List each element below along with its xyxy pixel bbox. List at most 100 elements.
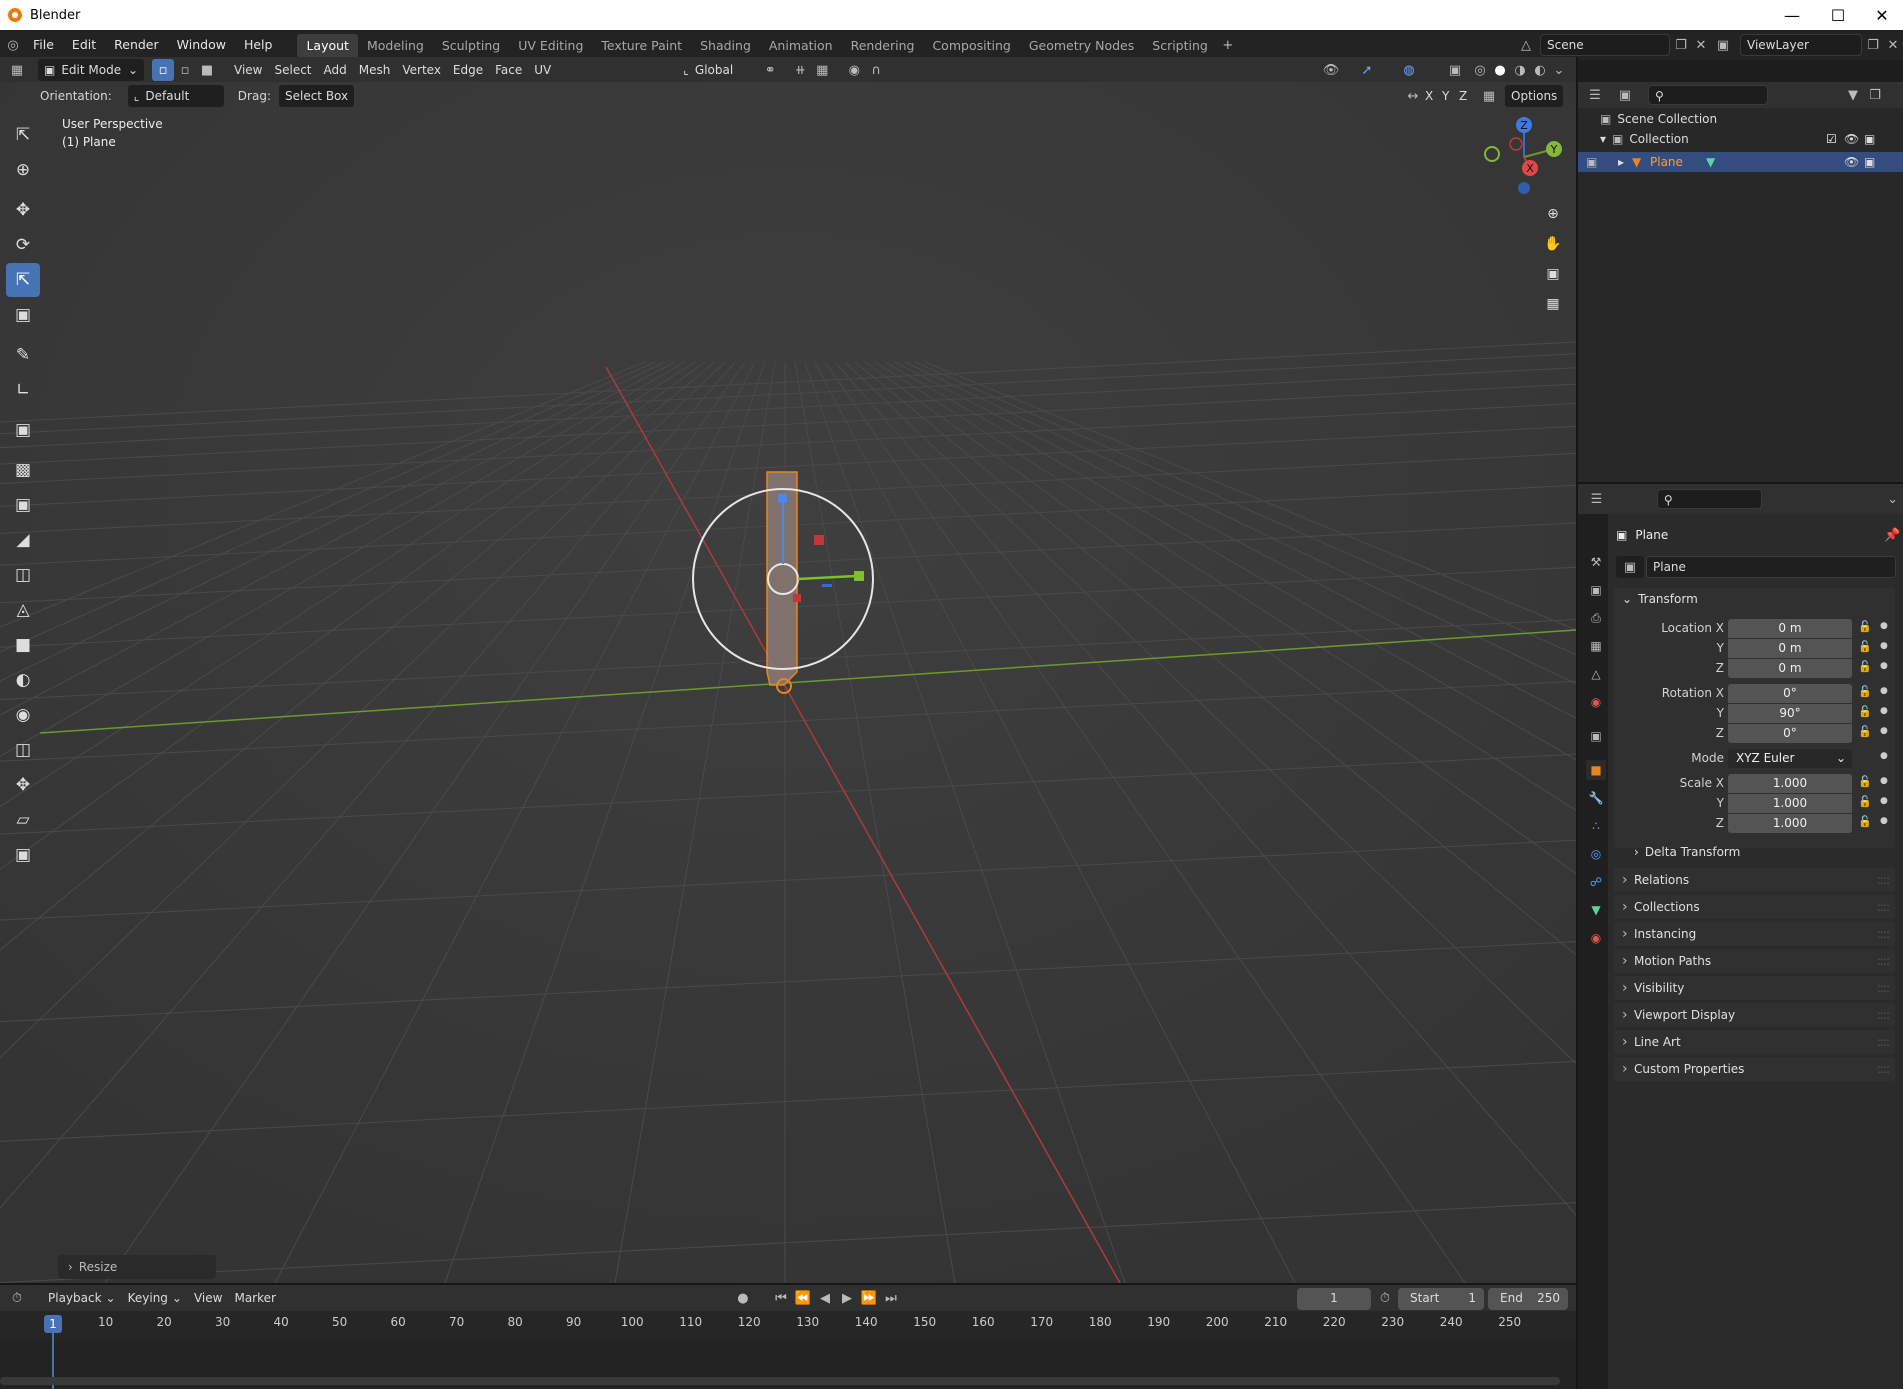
drag-grip-icon[interactable]: :::: bbox=[1877, 949, 1890, 973]
physics-tab-icon[interactable]: ◎ bbox=[1586, 844, 1606, 864]
visibility-icon[interactable]: 👁 bbox=[1320, 59, 1342, 81]
lock-icon[interactable]: 🔓 bbox=[1858, 775, 1872, 788]
playhead-frame-badge[interactable]: 1 bbox=[44, 1315, 62, 1333]
area-divider-vertical[interactable] bbox=[1576, 57, 1578, 1389]
menu-playback[interactable]: Playback ⌄ bbox=[42, 1287, 122, 1309]
jump-end-icon[interactable]: ⏭ bbox=[880, 1287, 902, 1309]
collections-panel[interactable]: Collections:::: bbox=[1614, 895, 1895, 919]
lock-icon[interactable]: 🔓 bbox=[1858, 660, 1872, 673]
menu-keying[interactable]: Keying ⌄ bbox=[122, 1287, 188, 1309]
shear-tool-icon[interactable]: ▱ bbox=[6, 803, 40, 837]
gizmo-y-handle[interactable] bbox=[854, 571, 864, 581]
keyframe-dot-icon[interactable]: ● bbox=[1880, 776, 1888, 786]
tab-compositing[interactable]: Compositing bbox=[923, 34, 1019, 58]
motion-paths-panel[interactable]: Motion Paths:::: bbox=[1614, 949, 1895, 973]
select-box-tool-icon[interactable]: ⇱ bbox=[6, 118, 40, 152]
tab-animation[interactable]: Animation bbox=[760, 34, 842, 58]
drag-grip-icon[interactable]: :::: bbox=[1877, 868, 1890, 892]
vertex-select-icon[interactable]: ▫ bbox=[152, 59, 174, 81]
face-select-icon[interactable]: ■ bbox=[196, 59, 218, 81]
bevel-tool-icon[interactable]: ◢ bbox=[6, 523, 40, 557]
relations-panel[interactable]: Relations:::: bbox=[1614, 868, 1895, 892]
drag-grip-icon[interactable]: :::: bbox=[1877, 1030, 1890, 1054]
record-keyframe-icon[interactable]: ● bbox=[732, 1287, 754, 1309]
visibility-panel[interactable]: Visibility:::: bbox=[1614, 976, 1895, 1000]
jump-start-icon[interactable]: ⏮ bbox=[770, 1287, 792, 1309]
measure-tool-icon[interactable]: ∟ bbox=[6, 373, 40, 407]
transform-panel-header[interactable]: ⌄ Transform bbox=[1622, 592, 1698, 606]
properties-search-input[interactable]: ⚲ bbox=[1656, 489, 1763, 509]
hide-eye-icon[interactable]: 👁 bbox=[1844, 152, 1859, 172]
snap-target-icon[interactable]: ▦ bbox=[811, 59, 833, 81]
hide-eye-icon[interactable]: 👁 bbox=[1844, 132, 1859, 146]
constraints-tab-icon[interactable]: ☍ bbox=[1586, 872, 1606, 892]
new-view-layer-icon[interactable]: ❐ bbox=[1862, 34, 1884, 56]
loop-cut-tool-icon[interactable]: ◫ bbox=[6, 558, 40, 592]
frame-ruler[interactable]: 1 10 20 30 40 50 60 70 80 90 100 110 120… bbox=[0, 1311, 1576, 1339]
chevron-down-icon[interactable]: ⌄ bbox=[1882, 488, 1903, 510]
rotation-y-field[interactable]: 90° bbox=[1728, 704, 1852, 723]
view-layer-selector[interactable]: ViewLayer bbox=[1740, 34, 1862, 56]
tab-scripting[interactable]: Scripting bbox=[1143, 34, 1217, 58]
drag-grip-icon[interactable]: :::: bbox=[1877, 1003, 1890, 1027]
viewport-display-panel[interactable]: Viewport Display:::: bbox=[1614, 1003, 1895, 1027]
jump-prev-keyframe-icon[interactable]: ⏪ bbox=[792, 1287, 814, 1309]
end-frame-field[interactable]: End 250 bbox=[1488, 1288, 1568, 1310]
move-tool-icon[interactable]: ✥ bbox=[6, 193, 40, 227]
filter-icon[interactable]: ▼ bbox=[1842, 84, 1864, 106]
outliner-editor-type-icon[interactable]: ☰ bbox=[1584, 84, 1606, 106]
material-shading-icon[interactable]: ◑ bbox=[1509, 59, 1531, 81]
tab-rendering[interactable]: Rendering bbox=[842, 34, 924, 58]
menu-select[interactable]: Select bbox=[268, 59, 317, 81]
mirror-y-toggle[interactable]: Y bbox=[1438, 85, 1453, 107]
menu-uv[interactable]: UV bbox=[528, 59, 557, 81]
lock-icon[interactable]: 🔓 bbox=[1858, 640, 1872, 653]
lock-icon[interactable]: 🔓 bbox=[1858, 705, 1872, 718]
proportional-editing-icon[interactable]: ◉ bbox=[843, 59, 865, 81]
location-x-field[interactable]: 0 m bbox=[1728, 619, 1852, 638]
scale-tool-icon[interactable]: ⇱ bbox=[6, 263, 40, 297]
add-workspace-icon[interactable]: + bbox=[1217, 34, 1239, 56]
drag-grip-icon[interactable]: :::: bbox=[1877, 976, 1890, 1000]
menu-timeline-view[interactable]: View bbox=[188, 1287, 228, 1309]
menu-vertex[interactable]: Vertex bbox=[396, 59, 447, 81]
rotation-z-field[interactable]: 0° bbox=[1728, 724, 1852, 743]
jump-next-keyframe-icon[interactable]: ⏩ bbox=[858, 1287, 880, 1309]
start-frame-field[interactable]: Start 1 bbox=[1398, 1288, 1484, 1310]
render-camera-icon[interactable]: ▣ bbox=[1864, 132, 1875, 146]
rip-region-tool-icon[interactable]: ▣ bbox=[6, 838, 40, 872]
lock-icon[interactable]: 🔓 bbox=[1858, 795, 1872, 808]
delete-scene-icon[interactable]: ✕ bbox=[1690, 34, 1712, 56]
delete-view-layer-icon[interactable]: ✕ bbox=[1882, 34, 1903, 56]
gizmo-x-plane-handle[interactable] bbox=[814, 535, 824, 545]
preview-range-icon[interactable]: ⏱ bbox=[1374, 1287, 1396, 1309]
area-divider-horizontal[interactable] bbox=[1578, 482, 1903, 484]
menu-edit[interactable]: Edit bbox=[63, 30, 105, 60]
outliner-search-input[interactable]: ⚲ bbox=[1648, 85, 1768, 105]
keyframe-dot-icon[interactable]: ● bbox=[1880, 796, 1888, 806]
keyframe-dot-icon[interactable]: ● bbox=[1880, 661, 1888, 671]
keyframe-dot-icon[interactable]: ● bbox=[1880, 751, 1888, 761]
drag-grip-icon[interactable]: :::: bbox=[1877, 895, 1890, 919]
render-camera-icon[interactable]: ▣ bbox=[1864, 152, 1875, 172]
last-operator-panel[interactable]: › Resize bbox=[58, 1255, 216, 1279]
exclude-checkbox[interactable]: ☑ bbox=[1826, 132, 1837, 146]
play-reverse-icon[interactable]: ◀ bbox=[814, 1287, 836, 1309]
outliner-row-plane[interactable]: ▣ ▸ ▼ Plane ▼ 👁 ▣ bbox=[1578, 152, 1903, 172]
blender-menu-icon[interactable]: ◎ bbox=[2, 34, 24, 56]
tab-texture-paint[interactable]: Texture Paint bbox=[592, 34, 691, 58]
delta-transform-subpanel[interactable]: › Delta Transform bbox=[1634, 845, 1740, 859]
tab-layout[interactable]: Layout bbox=[297, 34, 358, 58]
minimize-button[interactable]: — bbox=[1769, 0, 1815, 30]
auto-merge-icon[interactable]: ▦ bbox=[1478, 85, 1500, 107]
menu-render[interactable]: Render bbox=[105, 30, 168, 60]
mirror-x-toggle[interactable]: X bbox=[1421, 85, 1437, 107]
collection-row[interactable]: ▾ ▣ Collection ☑ 👁 ▣ bbox=[1600, 132, 1900, 146]
material-tab-icon[interactable]: ◉ bbox=[1586, 928, 1606, 948]
tab-sculpting[interactable]: Sculpting bbox=[433, 34, 509, 58]
rotate-tool-icon[interactable]: ⟳ bbox=[6, 228, 40, 262]
gizmo-z-handle[interactable] bbox=[778, 494, 787, 503]
location-y-field[interactable]: 0 m bbox=[1728, 639, 1852, 658]
scene-selector[interactable]: Scene bbox=[1540, 34, 1670, 56]
perspective-grid-icon[interactable]: ▦ bbox=[1540, 291, 1566, 317]
